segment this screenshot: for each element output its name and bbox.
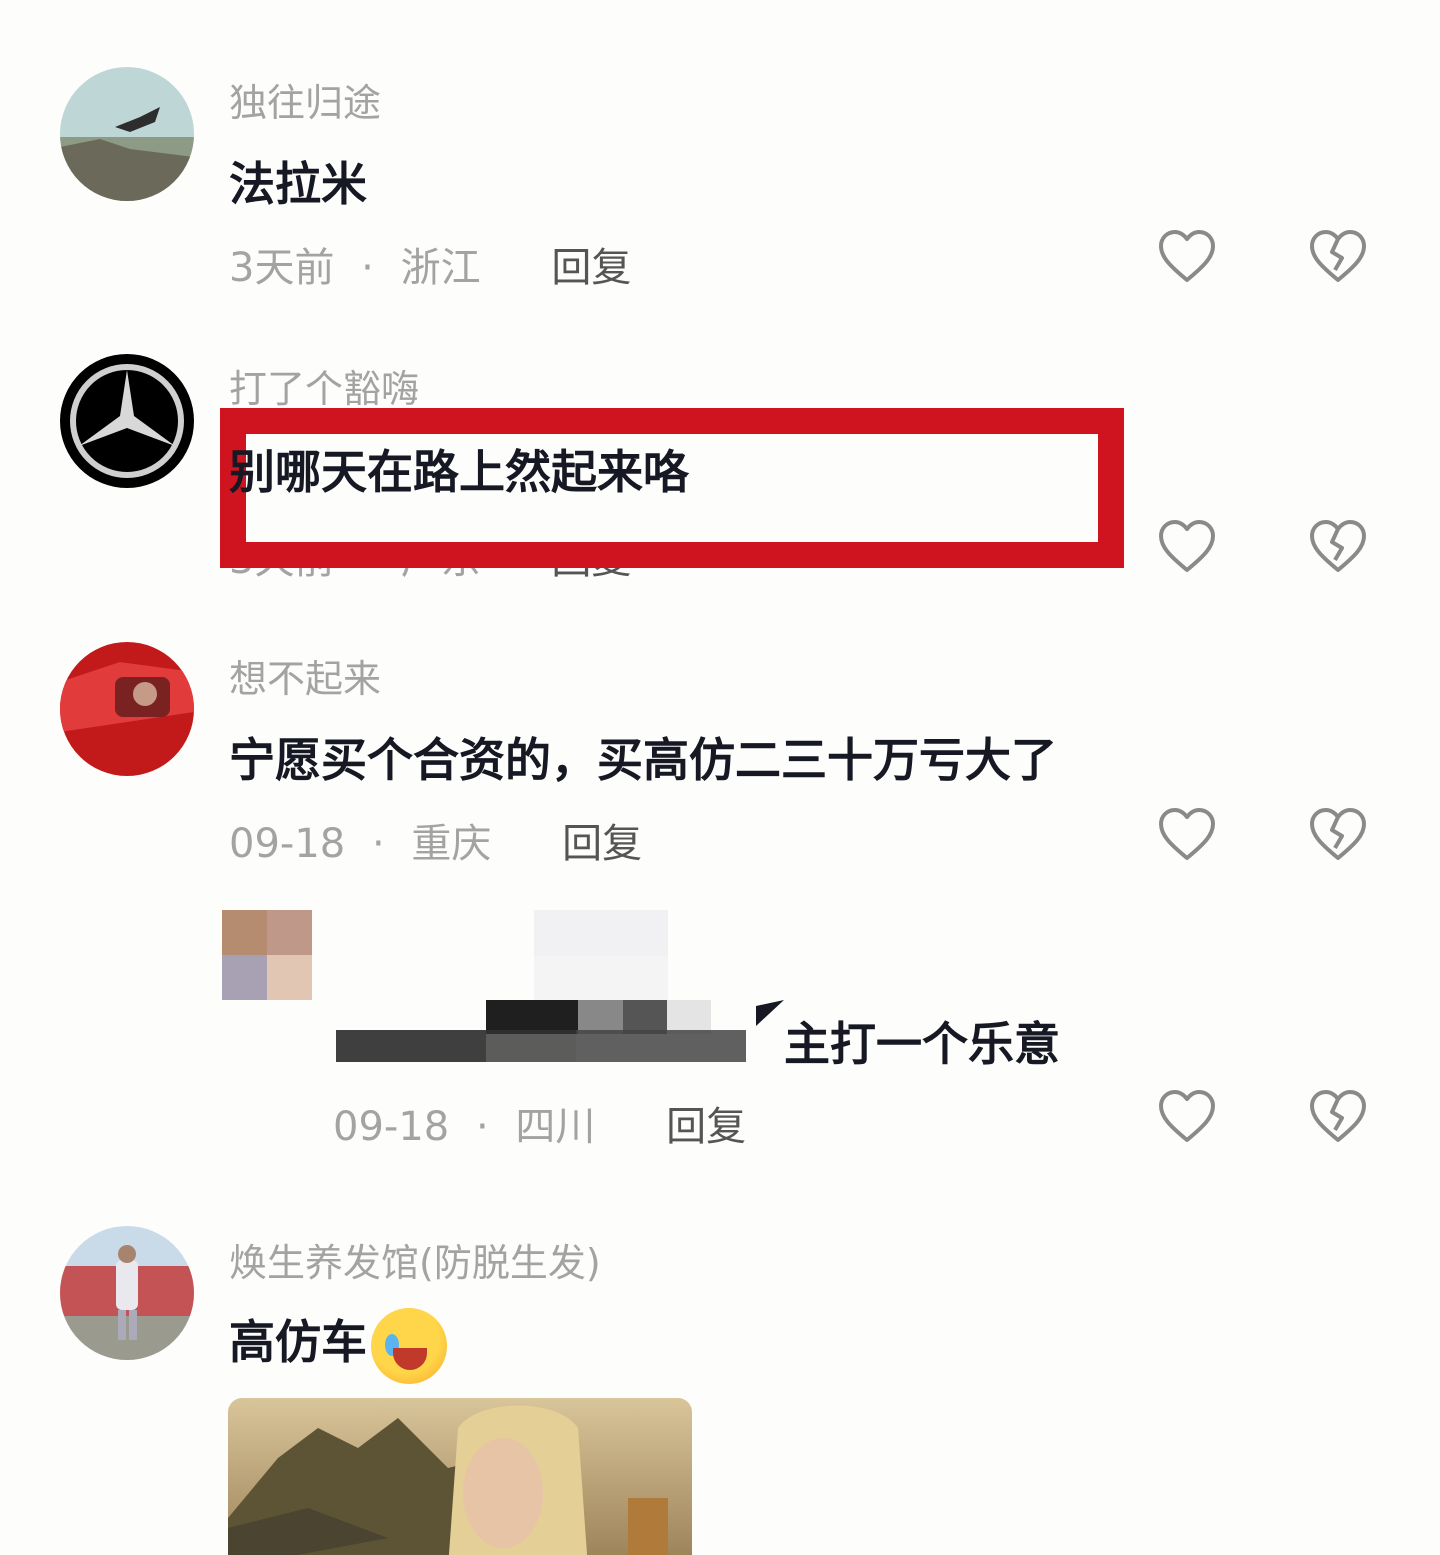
face-holding-back-tears-icon [371, 1307, 447, 1384]
comment-text: 高仿车 [229, 1306, 447, 1384]
redacted-text [336, 1000, 786, 1062]
comment-text: 主打一个乐意 [784, 1017, 1060, 1071]
comment-text-label: 高仿车 [229, 1315, 367, 1369]
timestamp: 3天前 [229, 245, 335, 291]
separator: · [361, 537, 374, 583]
comment-image[interactable] [228, 1398, 692, 1555]
avatar[interactable] [60, 642, 194, 776]
avatar[interactable] [60, 354, 194, 488]
avatar[interactable] [60, 67, 194, 201]
separator: · [371, 821, 385, 867]
comment-list: 独往归途 法拉米 3天前 · 浙江 回复 打了个豁嗨 3天前 · 广东 回复 别… [0, 0, 1440, 1555]
location: 广东 [400, 537, 481, 583]
username[interactable]: 想不起来 [229, 648, 381, 703]
separator: · [475, 1104, 489, 1150]
username[interactable]: 打了个豁嗨 [229, 358, 419, 413]
comment-meta: 09-18 · 重庆 回复 [229, 811, 642, 869]
separator: · [361, 245, 374, 291]
comment-meta: 3天前 · 浙江 回复 [229, 235, 631, 293]
comment-text: 别哪天在路上然起来咯 [229, 445, 689, 499]
heart-outline-icon[interactable] [1156, 226, 1218, 288]
reply-button[interactable]: 回复 [551, 245, 631, 291]
pixelated-avatar [222, 910, 312, 1004]
broken-heart-icon[interactable] [1307, 804, 1369, 866]
comment-meta: 09-18 · 四川 回复 [333, 1094, 746, 1152]
reply-button[interactable]: 回复 [551, 537, 631, 583]
pixelated-area [534, 910, 668, 1006]
location: 重庆 [411, 821, 492, 867]
timestamp: 3天前 [229, 537, 335, 583]
avatar[interactable] [60, 1226, 194, 1360]
comment-text: 宁愿买个合资的，买高仿二三十万亏大了 [229, 733, 1057, 787]
comment-text: 法拉米 [229, 157, 367, 211]
reply-button[interactable]: 回复 [666, 1104, 746, 1150]
heart-outline-icon[interactable] [1156, 516, 1218, 578]
broken-heart-icon[interactable] [1307, 226, 1369, 288]
heart-outline-icon[interactable] [1156, 1086, 1218, 1148]
broken-heart-icon[interactable] [1307, 516, 1369, 578]
location: 四川 [515, 1104, 596, 1150]
heart-outline-icon[interactable] [1156, 804, 1218, 866]
reply-button[interactable]: 回复 [562, 821, 642, 867]
location: 浙江 [400, 245, 481, 291]
timestamp: 09-18 [229, 821, 346, 867]
username[interactable]: 焕生养发馆(防脱生发) [229, 1232, 601, 1287]
comment-meta: 3天前 · 广东 回复 [229, 527, 631, 585]
timestamp: 09-18 [333, 1104, 450, 1150]
broken-heart-icon[interactable] [1307, 1086, 1369, 1148]
username[interactable]: 独往归途 [229, 72, 381, 127]
